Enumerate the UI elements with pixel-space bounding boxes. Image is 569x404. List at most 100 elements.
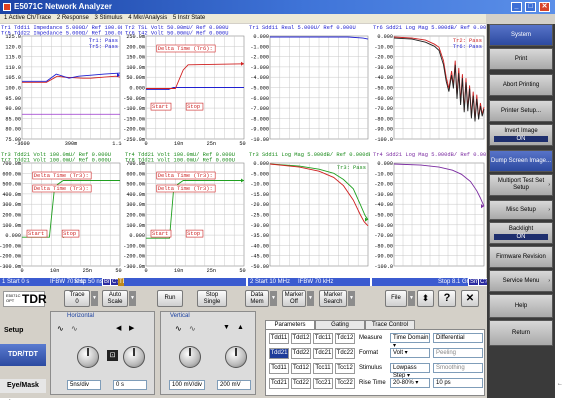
parameter-tdd11[interactable]: Tdd11 [269,333,289,344]
parameter-tcd11[interactable]: Tcd11 [269,363,289,374]
minimize-button[interactable]: _ [511,2,522,12]
horizontal-scale-value[interactable]: 5ns/div [67,380,101,390]
parameter-tdc21[interactable]: Tdc21 [313,348,333,359]
parameter-tdd22[interactable]: Tdd22 [291,348,311,359]
softkey-invert-image[interactable]: Invert Image ON [489,124,553,146]
arrow-left-outside-icon: ← [557,381,563,387]
trace-dropdown-icon[interactable]: ▼ [91,291,98,306]
trace-header[interactable]: Tr4 Sdd21 Log Mag 5.000dB/ Ref 0.000dB [373,152,497,158]
y-tick-label: 600.0m [126,171,145,177]
stop-single-button[interactable]: Stop Single [197,290,227,307]
delta-time-annotation: Stop [187,104,200,110]
file-button[interactable]: File [385,290,407,307]
auto-scale-dropdown-icon[interactable]: ▼ [129,291,136,306]
parameter-tcd12[interactable]: Tcd12 [291,363,311,374]
softkey-system[interactable]: System [489,24,553,46]
softkey-backlight[interactable]: Backlight ON [489,222,553,244]
panel-1-graphs[interactable]: Tr1 Tdd11 Impedance 5.000Ω/ Ref 100.0ΩTr… [0,24,128,278]
property-select[interactable]: Time Domain ▾ [390,333,430,349]
horizontal-title: Horizontal [67,313,95,319]
parameter-tcd21[interactable]: Tcd21 [269,378,289,389]
run-button[interactable]: Run [157,290,183,307]
arrow-down-icon[interactable]: ▲ [237,324,244,331]
vertical-offset-knob[interactable] [225,346,247,368]
eye-mask-mode-button[interactable]: Eye/Mask [0,379,46,393]
horizontal-position-value[interactable]: 0 s [113,380,147,390]
close-panel-button[interactable]: ✕ [461,290,479,307]
parameter-tdc12[interactable]: Tdc12 [335,333,355,344]
property-select[interactable]: 20-80% ▾ [390,378,430,388]
vertical-offset-value[interactable]: 200 mV [217,380,251,390]
trace-header[interactable]: Tr6 Sdd21 Log Mag 5.000dB/ Ref 0.000dB [373,25,497,31]
data-mem-dropdown-icon[interactable]: ▼ [270,291,277,306]
channel-panel-1[interactable]: Tr1 Tdd11 Impedance 5.000Ω/ Ref 100.0Ω Tr… [0,24,133,286]
vertical-scale-value[interactable]: 100 mV/div [169,380,205,390]
horizontal-scale-knob[interactable] [77,346,99,368]
trace-header[interactable]: Tr1 Sdd11 Real 5.000U/ Ref 0.000U [249,25,356,31]
marker-search-dropdown-icon[interactable]: ▼ [348,291,355,306]
property-extra[interactable]: Peeling [433,348,483,358]
trace-button[interactable]: Trace 0 [64,290,90,307]
softkey-printer-setup[interactable]: Printer Setup... [489,100,553,122]
softkey-service-menu[interactable]: Service Menu › [489,270,553,292]
softkey-dump-screen-image[interactable]: Dump Screen Image... [489,150,553,172]
x-tick-label: -3600 [14,141,30,147]
tab-parameters[interactable]: Parameters [265,320,315,329]
maximize-button[interactable]: □ [525,2,536,12]
menu-mkr-analysis[interactable]: 4 Mkr/Analysis [128,15,167,21]
tab-trace-control[interactable]: Trace Control [365,320,415,329]
file-dropdown-icon[interactable]: ▼ [408,291,415,306]
tab-gating[interactable]: Gating [315,320,365,329]
arrow-left-icon[interactable]: ◀ [116,324,121,332]
vertical-scale-knob[interactable] [179,346,201,368]
property-extra[interactable]: Differential [433,333,483,343]
softkey-return[interactable]: Return [489,320,553,346]
parameter-tcc12[interactable]: Tcc12 [335,363,355,374]
close-button[interactable]: ✕ [539,2,550,12]
menu-response[interactable]: 2 Response [57,15,89,21]
wave-narrow-icon: ∿ [71,324,78,333]
parameter-tcc21[interactable]: Tcc21 [313,378,333,389]
softkey-multiport-test-set-setup[interactable]: Multiport Test Set Setup › [489,174,553,196]
softkey-misc-setup[interactable]: Misc Setup › [489,200,553,220]
property-select[interactable]: Volt ▾ [390,348,430,358]
property-select[interactable]: Lowpass Step ▾ [390,363,430,379]
property-extra[interactable]: 10 ps [433,378,483,388]
channel-panel-2[interactable]: Tr2 TSL Volt 50.00mU/ Ref 0.000U Tr6 T42 … [123,24,249,286]
panel-2-graphs[interactable]: Tr2 TSL Volt 50.00mU/ Ref 0.000UTr6 T42 … [123,24,249,278]
softkey-help[interactable]: Help [489,294,553,318]
parameter-tdd21[interactable]: Tdd21 [269,348,289,359]
horizontal-position-knob[interactable] [123,346,145,368]
channel-panel-4[interactable]: Tr6 Sdd21 Log Mag 5.000dB/ Ref 0.000dB 0.… [372,24,497,286]
data-mem-button[interactable]: Data Mem [245,290,269,307]
trace-header[interactable]: Tr3 Sdd11 Log Mag 5.000dB/ Ref 0.000dB [249,152,373,158]
marker-search-button[interactable]: Marker Search [319,290,347,307]
softkey-label: Multiport Test Set Setup [497,178,545,191]
menu-stimulus[interactable]: 3 Stimulus [95,15,123,21]
parameter-tcd22[interactable]: Tcd22 [291,378,311,389]
softkey-firmware-revision[interactable]: Firmware Revision [489,246,553,268]
menu-instr-state[interactable]: 5 Instr State [173,15,205,21]
auto-scale-button[interactable]: Auto Scale [102,290,128,307]
parameter-tcc22[interactable]: Tcc22 [335,378,355,389]
panel-4-graphs[interactable]: Tr6 Sdd21 Log Mag 5.000dB/ Ref 0.000dB 0.… [372,24,497,278]
arrow-up-icon[interactable]: ▼ [223,324,230,331]
updown-button[interactable]: ⬍ [417,290,434,307]
y-tick-label: -100.0m [0,243,21,249]
property-extra[interactable]: Smoothing [433,363,483,373]
tdr-tdt-mode-button[interactable]: TDR/TDT [0,344,46,366]
menu-active-ch-trace[interactable]: 1 Active Ch/Trace [4,15,51,21]
link-icon[interactable]: ⊡ [107,350,118,361]
parameter-tdd12[interactable]: Tdd12 [291,333,311,344]
arrow-right-icon[interactable]: ▶ [129,324,134,332]
channel-panel-3[interactable]: Tr1 Sdd11 Real 5.000U/ Ref 0.000U 0.000 -1… [248,24,373,286]
help-button[interactable]: ? [438,290,456,307]
parameter-tdc11[interactable]: Tdc11 [313,333,333,344]
softkey-print[interactable]: Print [489,48,553,70]
panel-3-graphs[interactable]: Tr1 Sdd11 Real 5.000U/ Ref 0.000U 0.000 -1… [248,24,373,278]
parameter-tcc11[interactable]: Tcc11 [313,363,333,374]
softkey-abort-printing[interactable]: Abort Printing [489,74,553,96]
marker-off-dropdown-icon[interactable]: ▼ [307,291,314,306]
marker-off-button[interactable]: Marker Off [282,290,306,307]
parameter-tdc22[interactable]: Tdc22 [335,348,355,359]
